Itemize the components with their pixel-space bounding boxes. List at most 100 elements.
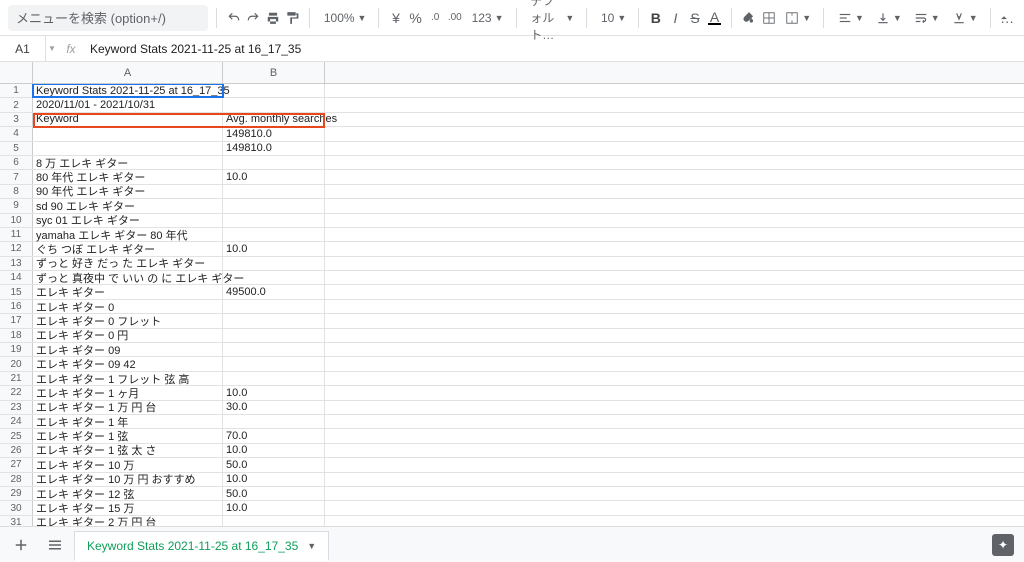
cell[interactable] bbox=[325, 257, 1024, 270]
cell[interactable] bbox=[325, 242, 1024, 255]
cell[interactable] bbox=[223, 300, 325, 313]
redo-button[interactable] bbox=[244, 6, 262, 30]
cell[interactable]: ずっと 真夜中 で いい の に エレキ ギター bbox=[33, 271, 223, 284]
cell[interactable] bbox=[325, 458, 1024, 471]
cell[interactable] bbox=[223, 199, 325, 212]
cell[interactable] bbox=[325, 487, 1024, 500]
print-button[interactable] bbox=[264, 6, 282, 30]
select-all-corner[interactable] bbox=[0, 62, 33, 83]
row-header[interactable]: 22 bbox=[0, 386, 33, 399]
row-header[interactable]: 11 bbox=[0, 228, 33, 241]
cell[interactable] bbox=[223, 343, 325, 356]
cell[interactable] bbox=[223, 84, 325, 97]
row-header[interactable]: 14 bbox=[0, 271, 33, 284]
row-header[interactable]: 29 bbox=[0, 487, 33, 500]
row-header[interactable]: 6 bbox=[0, 156, 33, 169]
cell[interactable]: 10.0 bbox=[223, 501, 325, 514]
explore-button[interactable]: ✦ bbox=[992, 534, 1014, 556]
formula-bar-input[interactable]: Keyword Stats 2021-11-25 at 16_17_35 bbox=[84, 36, 1024, 61]
cell[interactable] bbox=[33, 142, 223, 155]
font-family-dropdown[interactable]: デフォルト…▼ bbox=[524, 6, 578, 30]
cell[interactable] bbox=[325, 142, 1024, 155]
cell[interactable]: 10.0 bbox=[223, 170, 325, 183]
cell[interactable] bbox=[325, 228, 1024, 241]
cell[interactable]: エレキ ギター 1 弦 bbox=[33, 429, 223, 442]
row-header[interactable]: 3 bbox=[0, 113, 33, 126]
row-header[interactable]: 16 bbox=[0, 300, 33, 313]
cell[interactable] bbox=[223, 98, 325, 111]
cell[interactable] bbox=[325, 473, 1024, 486]
cell[interactable]: エレキ ギター 10 万 円 おすすめ bbox=[33, 473, 223, 486]
paint-format-button[interactable] bbox=[284, 6, 302, 30]
vertical-align-dropdown[interactable]: ▼ bbox=[870, 6, 906, 30]
collapse-toolbar-button[interactable] bbox=[992, 6, 1016, 30]
cell[interactable]: Avg. monthly searches bbox=[223, 113, 325, 126]
row-header[interactable]: 9 bbox=[0, 199, 33, 212]
row-header[interactable]: 30 bbox=[0, 501, 33, 514]
column-header-rest[interactable] bbox=[325, 62, 1024, 83]
cell[interactable] bbox=[223, 415, 325, 428]
text-wrap-dropdown[interactable]: ▼ bbox=[908, 6, 944, 30]
name-box-dropdown[interactable]: ▼ bbox=[46, 44, 58, 53]
cell[interactable]: エレキ ギター 10 万 bbox=[33, 458, 223, 471]
cell[interactable]: エレキ ギター 0 円 bbox=[33, 329, 223, 342]
row-header[interactable]: 7 bbox=[0, 170, 33, 183]
row-header[interactable]: 18 bbox=[0, 329, 33, 342]
cell[interactable] bbox=[325, 127, 1024, 140]
cell[interactable]: エレキ ギター 1 万 円 台 bbox=[33, 401, 223, 414]
cell[interactable] bbox=[325, 156, 1024, 169]
row-header[interactable]: 13 bbox=[0, 257, 33, 270]
cell[interactable] bbox=[325, 170, 1024, 183]
strikethrough-button[interactable]: S bbox=[686, 6, 704, 30]
cell[interactable] bbox=[325, 199, 1024, 212]
row-header[interactable]: 8 bbox=[0, 185, 33, 198]
cell[interactable] bbox=[325, 214, 1024, 227]
row-header[interactable]: 2 bbox=[0, 98, 33, 111]
add-sheet-button[interactable] bbox=[6, 530, 36, 560]
cell[interactable] bbox=[223, 156, 325, 169]
cell[interactable] bbox=[223, 357, 325, 370]
cell[interactable] bbox=[223, 271, 325, 284]
cell[interactable]: Keyword Stats 2021-11-25 at 16_17_35 bbox=[33, 84, 223, 97]
borders-button[interactable] bbox=[760, 6, 778, 30]
row-header[interactable]: 28 bbox=[0, 473, 33, 486]
name-box[interactable]: A1 bbox=[0, 36, 46, 61]
cell[interactable] bbox=[325, 429, 1024, 442]
cell[interactable] bbox=[33, 127, 223, 140]
cell[interactable]: エレキ ギター 1 ヶ月 bbox=[33, 386, 223, 399]
spreadsheet-grid[interactable]: ▼ A B 1Keyword Stats 2021-11-25 at 16_17… bbox=[0, 62, 1024, 539]
cell[interactable] bbox=[325, 401, 1024, 414]
row-header[interactable]: 19 bbox=[0, 343, 33, 356]
cell[interactable] bbox=[223, 329, 325, 342]
zoom-dropdown[interactable]: 100%▼ bbox=[318, 6, 371, 30]
bold-button[interactable]: B bbox=[647, 6, 665, 30]
cell[interactable]: ずっと 好き だっ た エレキ ギター bbox=[33, 257, 223, 270]
row-header[interactable]: 27 bbox=[0, 458, 33, 471]
increase-decimal-button[interactable]: .00 bbox=[446, 6, 464, 30]
cell[interactable] bbox=[325, 84, 1024, 97]
cell[interactable]: エレキ ギター 09 42 bbox=[33, 357, 223, 370]
cell[interactable] bbox=[325, 415, 1024, 428]
cell[interactable] bbox=[223, 257, 325, 270]
cell[interactable] bbox=[325, 113, 1024, 126]
menu-search-input[interactable]: メニューを検索 (option+/) bbox=[8, 5, 208, 31]
cell[interactable] bbox=[325, 98, 1024, 111]
cell[interactable] bbox=[325, 386, 1024, 399]
row-header[interactable]: 21 bbox=[0, 372, 33, 385]
more-formats-dropdown[interactable]: 123▼ bbox=[466, 6, 508, 30]
cell[interactable]: エレキ ギター 09 bbox=[33, 343, 223, 356]
text-color-button[interactable]: A bbox=[706, 6, 724, 30]
cell[interactable] bbox=[325, 271, 1024, 284]
cell[interactable]: エレキ ギター 1 フレット 弦 高 bbox=[33, 372, 223, 385]
cell[interactable] bbox=[325, 343, 1024, 356]
row-header[interactable]: 17 bbox=[0, 314, 33, 327]
cell[interactable] bbox=[223, 372, 325, 385]
cell[interactable]: エレキ ギター 12 弦 bbox=[33, 487, 223, 500]
cell[interactable]: 10.0 bbox=[223, 473, 325, 486]
row-header[interactable]: 20 bbox=[0, 357, 33, 370]
cell[interactable]: 149810.0 bbox=[223, 127, 325, 140]
font-size-dropdown[interactable]: 10▼ bbox=[595, 6, 630, 30]
cell[interactable] bbox=[223, 228, 325, 241]
cell[interactable]: 90 年代 エレキ ギター bbox=[33, 185, 223, 198]
undo-button[interactable] bbox=[225, 6, 243, 30]
